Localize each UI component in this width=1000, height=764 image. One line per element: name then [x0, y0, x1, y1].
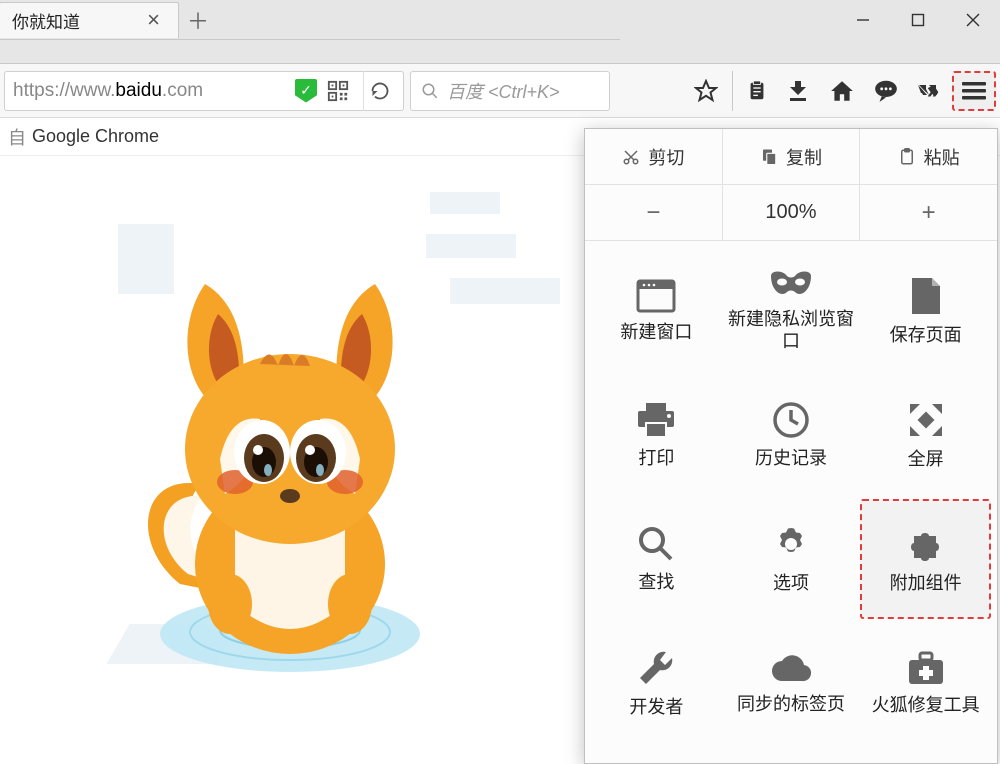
menu-repair-tool[interactable]: 火狐修复工具	[860, 623, 991, 743]
url-rest: .com	[162, 80, 203, 102]
url-scheme: https://www.	[13, 80, 115, 102]
clock-icon	[772, 401, 810, 439]
magnifier-icon	[637, 525, 675, 563]
gear-icon	[771, 524, 811, 564]
tab-title: 你就知道	[12, 8, 141, 33]
bookmark-prefix: 自	[8, 124, 26, 150]
window-minimize-button[interactable]	[835, 0, 890, 40]
scissors-icon	[622, 148, 640, 166]
menu-new-window[interactable]: 新建窗口	[591, 251, 722, 371]
tab-strip: 你就知道 × ＋	[0, 0, 620, 40]
url-bar[interactable]: https://www.baidu.com ✓	[4, 71, 404, 111]
clipboard-icon	[898, 148, 916, 166]
menu-grid: 新建窗口 新建隐私浏览窗口 保存页面 打印 历史记录 全屏 查找 选项	[585, 241, 997, 753]
home-button[interactable]	[820, 71, 864, 111]
fullscreen-icon	[906, 400, 946, 440]
printer-icon	[636, 401, 676, 439]
menu-private-window[interactable]: 新建隐私浏览窗口	[726, 251, 857, 371]
puzzle-icon	[906, 524, 946, 564]
search-placeholder: 百度 <Ctrl+K>	[447, 78, 560, 104]
overflow-chevrons-button[interactable]: »	[908, 71, 952, 111]
browser-tab[interactable]: 你就知道 ×	[0, 2, 179, 38]
menu-paste-label: 粘贴	[924, 144, 960, 170]
menu-paste[interactable]: 粘贴	[860, 129, 997, 184]
qr-code-icon[interactable]	[327, 80, 349, 102]
cloud-icon	[770, 651, 812, 685]
mask-icon	[769, 270, 813, 300]
wrench-icon	[636, 648, 676, 688]
menu-cut-label: 剪切	[648, 144, 684, 170]
zoom-in-button[interactable]: +	[860, 185, 997, 240]
navigation-toolbar: https://www.baidu.com ✓ 百度 <Ctrl+K>	[0, 64, 1000, 118]
new-tab-button[interactable]: ＋	[179, 1, 217, 39]
menu-options[interactable]: 选项	[726, 499, 857, 619]
reload-button[interactable]	[363, 71, 395, 111]
search-bar[interactable]: 百度 <Ctrl+K>	[410, 71, 610, 111]
app-menu-panel: 剪切 复制 粘贴 − 100% + 新建窗口 新建隐私浏览窗口 保存页面	[584, 128, 998, 764]
menu-save-page[interactable]: 保存页面	[860, 251, 991, 371]
window-icon	[636, 279, 676, 313]
chat-button[interactable]	[864, 71, 908, 111]
firstaid-icon	[906, 650, 946, 686]
zoom-level: 100%	[723, 185, 861, 240]
clipboard-button[interactable]	[732, 71, 776, 111]
tab-close-button[interactable]: ×	[141, 7, 166, 33]
menu-cut[interactable]: 剪切	[585, 129, 723, 184]
menu-fullscreen[interactable]: 全屏	[860, 375, 991, 495]
edit-row: 剪切 复制 粘贴	[585, 129, 997, 185]
menu-developer[interactable]: 开发者	[591, 623, 722, 743]
window-maximize-button[interactable]	[890, 0, 945, 40]
window-close-button[interactable]	[945, 0, 1000, 40]
firefox-mascot-image	[110, 244, 470, 684]
security-shield-icon[interactable]: ✓	[295, 79, 317, 103]
menu-history[interactable]: 历史记录	[726, 375, 857, 495]
menu-print[interactable]: 打印	[591, 375, 722, 495]
downloads-button[interactable]	[776, 71, 820, 111]
bookmark-star-button[interactable]	[684, 71, 728, 111]
menu-find[interactable]: 查找	[591, 499, 722, 619]
menu-copy[interactable]: 复制	[723, 129, 861, 184]
zoom-out-button[interactable]: −	[585, 185, 723, 240]
zoom-row: − 100% +	[585, 185, 997, 241]
copy-icon	[760, 148, 778, 166]
menu-button[interactable]	[952, 71, 996, 111]
search-icon	[421, 82, 439, 100]
page-icon	[910, 276, 942, 316]
url-host: baidu	[115, 80, 162, 102]
menu-synced-tabs[interactable]: 同步的标签页	[726, 623, 857, 743]
menu-copy-label: 复制	[786, 144, 822, 170]
menu-addons[interactable]: 附加组件	[860, 499, 991, 619]
bookmark-item[interactable]: Google Chrome	[32, 126, 159, 147]
